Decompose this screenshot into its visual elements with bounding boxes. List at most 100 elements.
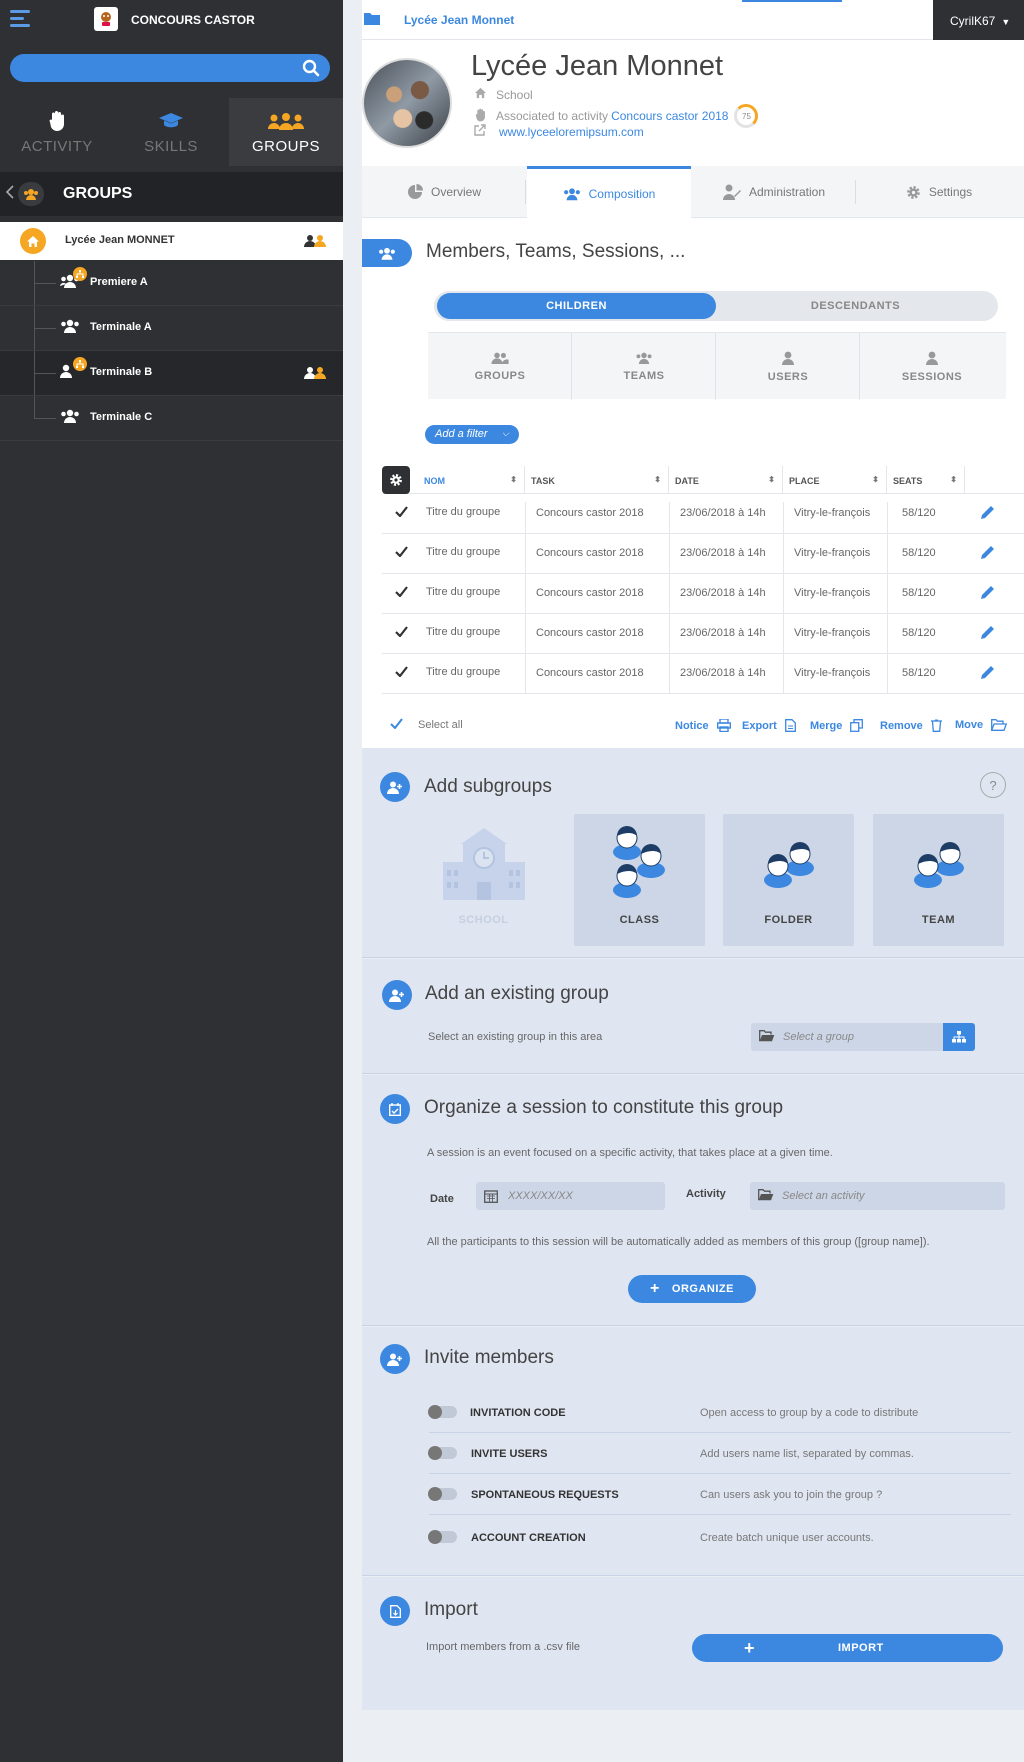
column-seats[interactable]: SEATS ⬍ [887, 466, 965, 494]
table-row[interactable]: Titre du groupe Concours castor 2018 23/… [382, 614, 1024, 654]
add-existing-group-section: Add an existing group Select an existing… [362, 959, 1024, 1074]
subgroup-folder-option[interactable]: FOLDER [723, 814, 854, 946]
pencil-icon[interactable] [980, 585, 995, 603]
move-button[interactable]: Move [955, 719, 1008, 731]
members-section-icon [362, 239, 412, 267]
subgroup-team-option[interactable]: TEAM [873, 814, 1004, 946]
invite-row-label: SPONTANEOUS REQUESTS [471, 1489, 619, 1501]
check-icon[interactable] [395, 506, 408, 520]
sitemap-badge-icon [73, 267, 87, 281]
check-icon[interactable] [390, 718, 403, 732]
remove-button[interactable]: Remove [880, 719, 942, 732]
check-icon[interactable] [395, 626, 408, 640]
table-row[interactable]: Titre du groupe Concours castor 2018 23/… [382, 574, 1024, 614]
copy-icon [850, 719, 864, 732]
category-sessions[interactable]: SESSIONS [860, 333, 1004, 400]
select-all[interactable]: Select all [418, 719, 463, 731]
group-select[interactable]: Select a group [751, 1023, 975, 1051]
check-icon[interactable] [395, 546, 408, 560]
tab-overview[interactable]: Overview [362, 166, 526, 218]
breadcrumb[interactable]: Lycée Jean Monnet [404, 13, 514, 27]
user-menu-button[interactable]: CyrilK67 ▼ [933, 0, 1024, 40]
pencil-icon[interactable] [980, 505, 995, 523]
nav-tab-label: SKILLS [144, 138, 198, 155]
table-row[interactable]: Titre du groupe Concours castor 2018 23/… [382, 654, 1024, 694]
toggle-switch[interactable] [428, 1446, 457, 1460]
nav-tab-activity[interactable]: ACTIVITY [0, 98, 114, 166]
sort-icon: ⬍ [872, 475, 879, 484]
toggle-switch[interactable] [428, 1530, 457, 1544]
existing-desc: Select an existing group in this area [428, 1031, 603, 1043]
activity-select[interactable]: Select an activity [750, 1182, 1005, 1210]
table-settings-icon[interactable] [382, 466, 410, 494]
notice-button[interactable]: Notice [675, 719, 731, 732]
tree-school-item[interactable]: Lycée Jean MONNET [0, 222, 343, 260]
cell-nom: Titre du groupe [426, 506, 501, 518]
print-icon [716, 719, 731, 732]
check-icon[interactable] [395, 666, 408, 680]
column-date[interactable]: DATE ⬍ [669, 466, 783, 494]
category-teams[interactable]: TEAMS [572, 333, 716, 400]
tree-item-premiere-a[interactable]: Premiere A [0, 261, 343, 306]
sitemap-icon[interactable] [943, 1023, 975, 1051]
main-topbar: Lycée Jean Monnet [362, 0, 1024, 40]
export-button[interactable]: Export [742, 719, 796, 732]
pie-chart-icon [407, 184, 423, 199]
main-nav: ACTIVITY SKILLS GROUPS [0, 98, 343, 166]
trash-icon [930, 719, 942, 732]
add-filter-button[interactable]: Add a filter ⌵ [425, 425, 519, 444]
invite-row-spontaneous-requests: SPONTANEOUS REQUESTS Can users ask you t… [428, 1474, 1011, 1515]
category-users[interactable]: USERS [716, 333, 860, 400]
tab-composition[interactable]: Composition [527, 166, 691, 218]
cell-place: Vitry-le-françois [783, 654, 870, 694]
tab-settings[interactable]: Settings [857, 166, 1021, 218]
activity-label: Activity [686, 1188, 726, 1200]
merge-button[interactable]: Merge [810, 719, 864, 732]
users-icon[interactable] [304, 366, 326, 383]
cell-nom: Titre du groupe [426, 666, 501, 678]
cell-task: Concours castor 2018 [525, 534, 644, 574]
table-row[interactable]: Titre du groupe Concours castor 2018 23/… [382, 494, 1024, 534]
check-icon[interactable] [395, 586, 408, 600]
pencil-icon[interactable] [980, 625, 995, 643]
menu-icon[interactable] [10, 10, 30, 28]
activity-link[interactable]: Concours castor 2018 [611, 109, 728, 123]
tree-item-terminale-b[interactable]: Terminale B [0, 351, 343, 396]
sidebar-search-input[interactable] [10, 54, 330, 82]
column-task[interactable]: TASK ⬍ [525, 466, 669, 494]
school-building-icon [439, 814, 529, 914]
cell-seats: 58/120 [887, 654, 936, 694]
import-section: Import Import members from a .csv file +… [362, 1577, 1024, 1710]
tab-administration[interactable]: Administration [692, 166, 856, 218]
search-icon[interactable] [302, 59, 320, 80]
tree-item-terminale-c[interactable]: Terminale C [0, 396, 343, 441]
pencil-icon[interactable] [980, 545, 995, 563]
column-nom[interactable]: NOM ⬍ [418, 466, 525, 494]
toggle-children[interactable]: CHILDREN [437, 293, 716, 319]
folder-open-icon [759, 1030, 775, 1045]
invite-row-invite-users: INVITE USERS Add users name list, separa… [428, 1433, 1011, 1474]
chevron-left-icon[interactable] [5, 185, 14, 202]
organize-button[interactable]: + ORGANIZE [628, 1275, 756, 1303]
user-icon [782, 351, 794, 365]
nav-tab-skills[interactable]: SKILLS [114, 98, 228, 166]
toggle-descendants[interactable]: DESCENDANTS [716, 293, 995, 319]
column-place[interactable]: PLACE ⬍ [783, 466, 887, 494]
help-icon[interactable]: ? [980, 772, 1006, 798]
users-icon [60, 409, 80, 426]
date-input[interactable]: XXXX/XX/XX [476, 1182, 665, 1210]
tree-item-terminale-a[interactable]: Terminale A [0, 306, 343, 351]
users-icon[interactable] [304, 234, 326, 251]
toggle-switch[interactable] [428, 1487, 457, 1501]
nav-tab-groups[interactable]: GROUPS [229, 98, 343, 166]
website-link[interactable]: www.lyceeloremipsum.com [499, 125, 644, 139]
invite-row-desc: Open access to group by a code to distri… [700, 1407, 919, 1419]
pencil-icon[interactable] [980, 665, 995, 683]
toggle-switch[interactable] [428, 1405, 457, 1419]
cell-place: Vitry-le-françois [783, 502, 870, 534]
plus-icon: + [650, 1280, 660, 1297]
subgroup-class-option[interactable]: CLASS [574, 814, 705, 946]
import-button[interactable]: + IMPORT [692, 1634, 1003, 1662]
category-groups[interactable]: GROUPS [428, 333, 572, 400]
table-row[interactable]: Titre du groupe Concours castor 2018 23/… [382, 534, 1024, 574]
